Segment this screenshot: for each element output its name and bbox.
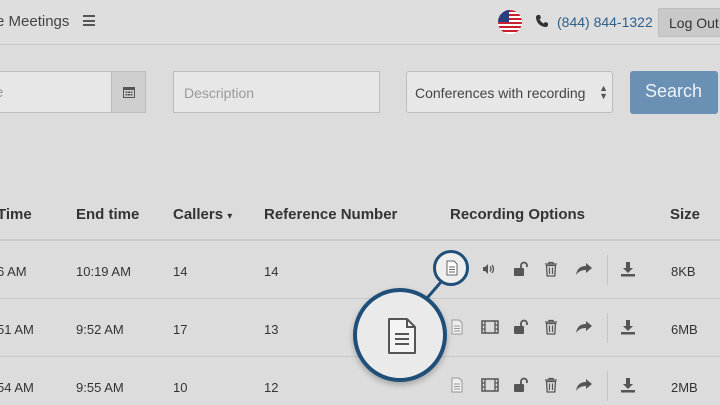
- document-icon: [446, 260, 458, 276]
- transcript-callout-magnifier: [353, 288, 447, 382]
- document-icon: [388, 318, 416, 354]
- transcript-highlight-ring[interactable]: [433, 250, 469, 286]
